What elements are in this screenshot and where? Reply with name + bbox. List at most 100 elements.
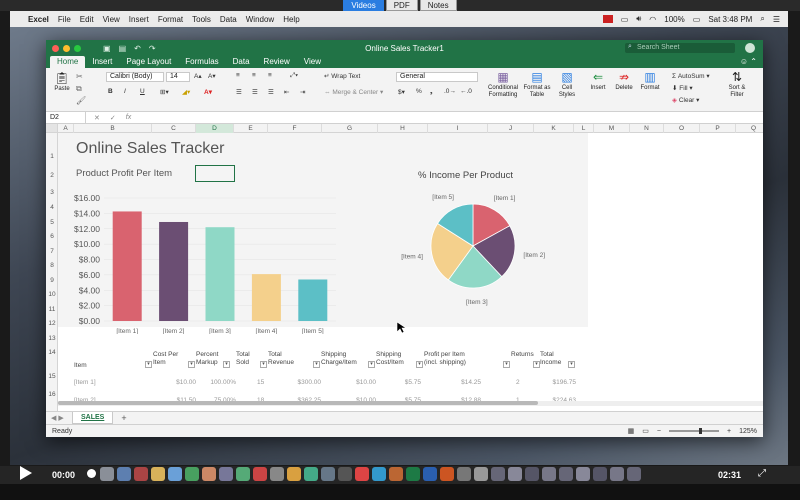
fullscreen-icon[interactable]: ⤢ bbox=[758, 468, 766, 479]
outdent-icon[interactable]: ⇤ bbox=[284, 88, 289, 96]
clock[interactable]: Sat 3:48 PM bbox=[708, 15, 752, 24]
redo-icon[interactable]: ↷ bbox=[149, 44, 156, 53]
cut-icon[interactable]: ✂ bbox=[76, 72, 83, 81]
spotlight-icon[interactable]: ⌕ bbox=[760, 14, 764, 24]
name-box[interactable]: D2 bbox=[46, 112, 86, 123]
percent-button[interactable]: % bbox=[416, 88, 422, 95]
menu-view[interactable]: View bbox=[103, 15, 120, 24]
zoom-out-button[interactable]: − bbox=[657, 428, 661, 435]
dock-app-icon[interactable] bbox=[508, 467, 522, 481]
page-layout-view-icon[interactable]: ▭ bbox=[642, 427, 649, 435]
normal-view-icon[interactable]: ▦ bbox=[628, 427, 635, 435]
filter-dropdown-icon[interactable]: ▾ bbox=[223, 361, 230, 368]
sheet-tab-sales[interactable]: SALES bbox=[72, 412, 114, 424]
underline-button[interactable]: U bbox=[140, 88, 145, 95]
toggle-sidebar-icon[interactable]: ▣ bbox=[103, 44, 111, 53]
indent-icon[interactable]: ⇥ bbox=[300, 88, 305, 96]
tab-pdf[interactable]: PDF bbox=[385, 0, 418, 11]
dock-app-icon[interactable] bbox=[253, 467, 267, 481]
zoom-slider[interactable] bbox=[669, 428, 719, 434]
dock-app-icon[interactable] bbox=[610, 467, 624, 481]
worksheet-grid[interactable]: ABCDEFGHIJKLMNOPQ 1 2 3 4 5 6 7 8 9 10 11 12 13 14 15 1… bbox=[46, 124, 763, 414]
tab-videos[interactable]: Videos bbox=[343, 0, 384, 11]
tab-insert[interactable]: Insert bbox=[85, 56, 119, 68]
format-painter-icon[interactable]: 🖌︎ bbox=[76, 96, 86, 105]
table-cell[interactable]: $10.00 bbox=[336, 379, 376, 386]
dock-app-icon[interactable] bbox=[389, 467, 403, 481]
dock-app-icon[interactable] bbox=[355, 467, 369, 481]
filter-dropdown-icon[interactable]: ▾ bbox=[368, 361, 375, 368]
menu-tools[interactable]: Tools bbox=[192, 15, 211, 24]
row-header-14[interactable]: 14 bbox=[46, 349, 58, 356]
filter-dropdown-icon[interactable]: ▾ bbox=[503, 361, 510, 368]
display-icon[interactable]: ▭ bbox=[621, 15, 629, 24]
table-cell[interactable]: [Item 1] bbox=[74, 379, 96, 386]
italic-button[interactable]: I bbox=[124, 88, 126, 95]
dock-app-icon[interactable] bbox=[202, 467, 216, 481]
menu-app[interactable]: Excel bbox=[28, 15, 49, 24]
smiley-feedback-icon[interactable]: ☺ ⌃ bbox=[740, 57, 757, 66]
close-window-button[interactable] bbox=[52, 44, 59, 52]
charts-layer[interactable]: $16.00 $14.00 $12.00 $10.00 $8.00 $6.00 $4.00 $… bbox=[46, 124, 763, 334]
menu-insert[interactable]: Insert bbox=[129, 15, 149, 24]
bold-button[interactable]: B bbox=[108, 88, 113, 95]
dock-app-icon[interactable] bbox=[474, 467, 488, 481]
increase-font-icon[interactable]: A▴ bbox=[194, 72, 202, 80]
dock-app-icon[interactable] bbox=[576, 467, 590, 481]
decrease-decimal-icon[interactable]: ←.0 bbox=[460, 88, 472, 95]
align-center-icon[interactable]: ☰ bbox=[252, 88, 258, 96]
row-header-15[interactable]: 15 bbox=[46, 373, 58, 380]
dock-app-icon[interactable] bbox=[321, 467, 335, 481]
dock-app-icon[interactable] bbox=[287, 467, 301, 481]
table-cell[interactable]: $300.00 bbox=[281, 379, 322, 386]
menu-format[interactable]: Format bbox=[158, 15, 183, 24]
filter-dropdown-icon[interactable]: ▾ bbox=[533, 361, 540, 368]
font-color-icon[interactable]: A▾ bbox=[204, 88, 212, 96]
table-cell[interactable]: $196.75 bbox=[536, 379, 577, 386]
currency-button[interactable]: $▾ bbox=[398, 88, 405, 96]
number-format-select[interactable]: General bbox=[396, 72, 478, 82]
dock-app-icon[interactable] bbox=[491, 467, 505, 481]
cancel-icon[interactable]: ✕ bbox=[94, 114, 100, 122]
dock-app-icon[interactable] bbox=[542, 467, 556, 481]
dock-app-icon[interactable] bbox=[100, 467, 114, 481]
paste-button[interactable]: 📋︎ Paste bbox=[50, 71, 74, 93]
fill-color-icon[interactable]: ◢▾ bbox=[182, 88, 190, 96]
tab-data[interactable]: Data bbox=[226, 56, 257, 68]
increase-decimal-icon[interactable]: .0→ bbox=[444, 88, 456, 95]
tab-notes[interactable]: Notes bbox=[419, 0, 457, 11]
menu-data[interactable]: Data bbox=[220, 15, 237, 24]
undo-icon[interactable]: ↶ bbox=[134, 44, 141, 53]
menu-help[interactable]: Help bbox=[283, 15, 299, 24]
menu-window[interactable]: Window bbox=[246, 15, 274, 24]
dock-app-icon[interactable] bbox=[338, 467, 352, 481]
tab-home[interactable]: Home bbox=[50, 56, 86, 68]
table-cell[interactable]: $14.25 bbox=[441, 379, 481, 386]
minimize-window-button[interactable] bbox=[63, 44, 70, 52]
align-bottom-icon[interactable]: ≡ bbox=[268, 72, 272, 79]
dock-app-icon[interactable] bbox=[627, 467, 641, 481]
format-cells-button[interactable]: ▥ Format bbox=[638, 70, 662, 92]
dock-app-icon[interactable] bbox=[423, 467, 437, 481]
copy-icon[interactable]: ⧉ bbox=[76, 84, 82, 94]
cell-styles-button[interactable]: ▧ Cell Styles bbox=[554, 70, 580, 99]
dock-app-icon[interactable] bbox=[457, 467, 471, 481]
dock-app-icon[interactable] bbox=[117, 467, 131, 481]
font-name-select[interactable]: Calibri (Body) bbox=[106, 72, 164, 82]
filter-dropdown-icon[interactable]: ▾ bbox=[313, 361, 320, 368]
dock-app-icon[interactable] bbox=[440, 467, 454, 481]
dock-app-icon[interactable] bbox=[219, 467, 233, 481]
save-icon[interactable]: ▤ bbox=[119, 44, 127, 53]
filter-dropdown-icon[interactable]: ▾ bbox=[416, 361, 423, 368]
table-cell[interactable]: $10.00 bbox=[156, 379, 196, 386]
sheet-nav-arrows-icon[interactable]: ◀ ▶ bbox=[51, 414, 64, 422]
horizontal-scrollbar[interactable] bbox=[58, 401, 763, 406]
table-cell[interactable]: 2 bbox=[516, 379, 520, 386]
user-icon[interactable] bbox=[745, 43, 755, 53]
format-as-table-button[interactable]: ▤ Format as Table bbox=[522, 70, 552, 99]
dock-app-icon[interactable] bbox=[134, 467, 148, 481]
align-top-icon[interactable]: ≡ bbox=[236, 72, 240, 79]
delete-cells-button[interactable]: ⇏ Delete bbox=[612, 70, 636, 92]
autosum-button[interactable]: Σ AutoSum ▾ bbox=[672, 72, 710, 80]
table-cell[interactable]: 15 bbox=[257, 379, 264, 386]
